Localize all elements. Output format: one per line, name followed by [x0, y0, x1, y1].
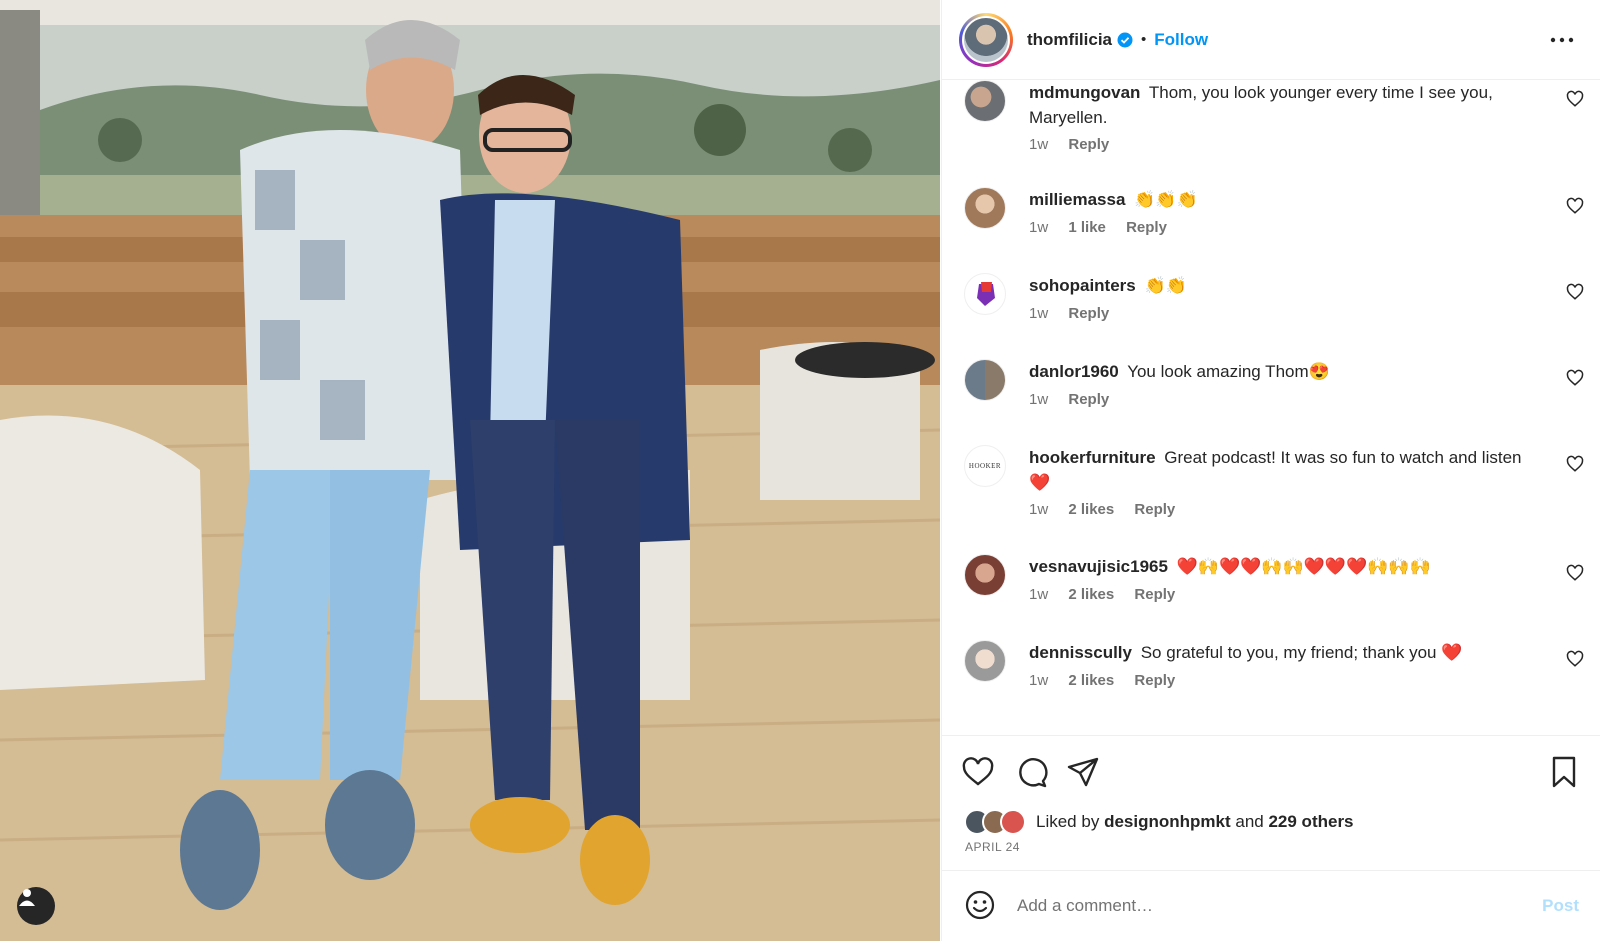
- likes-others-link[interactable]: 229 others: [1268, 812, 1353, 831]
- commenter-avatar[interactable]: [964, 187, 1006, 229]
- comment-username[interactable]: sohopainters: [1029, 276, 1136, 295]
- comment-likes[interactable]: 1 like: [1068, 219, 1106, 236]
- comment-body: hookerfurniture Great podcast! It was so…: [1029, 445, 1529, 495]
- comment-body: mdmungovan Thom, you look younger every …: [1029, 80, 1529, 130]
- reply-button[interactable]: Reply: [1068, 136, 1109, 153]
- comment-time: 1w: [1029, 586, 1049, 603]
- comment-like-icon[interactable]: [1566, 650, 1584, 668]
- comment-like-icon[interactable]: [1566, 369, 1584, 387]
- likes-prefix: Liked by: [1036, 812, 1100, 831]
- comment-time: 1w: [1029, 672, 1049, 689]
- comment-like-icon[interactable]: [1566, 455, 1584, 473]
- comment-meta: 1w Reply: [1029, 305, 1125, 322]
- author-avatar[interactable]: [959, 12, 1013, 67]
- comment-meta: 1w 2 likes Reply: [1029, 586, 1191, 603]
- share-icon[interactable]: [1066, 755, 1100, 789]
- commenter-avatar[interactable]: [964, 273, 1006, 315]
- comment-username[interactable]: vesnavujisic1965: [1029, 557, 1168, 576]
- more-options-icon[interactable]: [1549, 30, 1575, 50]
- liker-avatar[interactable]: [1000, 809, 1026, 835]
- comment-meta: 1w Reply: [1029, 391, 1125, 408]
- post-header: thomfilicia • Follow: [942, 0, 1600, 80]
- comment-like-icon[interactable]: [1566, 197, 1584, 215]
- commenter-avatar[interactable]: [964, 359, 1006, 401]
- comments-list[interactable]: mdmungovan Thom, you look younger every …: [942, 80, 1600, 735]
- emoji-icon[interactable]: [964, 889, 996, 921]
- comment-text: 👏👏: [1144, 276, 1187, 295]
- comment-time: 1w: [1029, 391, 1049, 408]
- comment-time: 1w: [1029, 501, 1049, 518]
- reply-button[interactable]: Reply: [1134, 672, 1175, 689]
- comment-meta: 1w 1 like Reply: [1029, 219, 1183, 236]
- comment-input[interactable]: [1017, 891, 1497, 921]
- comment-meta: 1w 2 likes Reply: [1029, 501, 1191, 518]
- comment-like-icon[interactable]: [1566, 90, 1584, 108]
- comment-meta: 1w Reply: [1029, 136, 1125, 153]
- commenter-avatar[interactable]: [964, 554, 1006, 596]
- post-side-panel: thomfilicia • Follow mdmungovan Thom, yo…: [941, 0, 1600, 941]
- comment-like-icon[interactable]: [1566, 283, 1584, 301]
- comment-likes[interactable]: 2 likes: [1068, 501, 1114, 518]
- comment-text: ❤️🙌❤️❤️🙌🙌❤️❤️❤️🙌🙌🙌: [1176, 557, 1431, 576]
- reply-button[interactable]: Reply: [1134, 501, 1175, 518]
- hooker-logo: HOOKER: [968, 462, 1002, 470]
- actions-divider: [942, 735, 1600, 736]
- reply-button[interactable]: Reply: [1134, 586, 1175, 603]
- tagged-user-button[interactable]: [17, 887, 55, 925]
- likes-text: Liked by designonhpmkt and 229 others: [1036, 812, 1354, 832]
- comment-username[interactable]: mdmungovan: [1029, 83, 1140, 102]
- reply-button[interactable]: Reply: [1068, 305, 1109, 322]
- comment-time: 1w: [1029, 136, 1049, 153]
- commenter-avatar[interactable]: [964, 80, 1006, 122]
- post-photo[interactable]: [0, 0, 940, 941]
- reply-button[interactable]: Reply: [1068, 391, 1109, 408]
- liker-username[interactable]: designonhpmkt: [1104, 812, 1231, 831]
- post-date[interactable]: APRIL 24: [965, 840, 1020, 854]
- comment-like-icon[interactable]: [1566, 564, 1584, 582]
- comment-time: 1w: [1029, 305, 1049, 322]
- comment-username[interactable]: milliemassa: [1029, 190, 1125, 209]
- comment-text: You look amazing Thom😍: [1127, 362, 1330, 381]
- comment-username[interactable]: dennisscully: [1029, 643, 1132, 662]
- heart-icon[interactable]: [961, 755, 995, 789]
- separator-dot: •: [1141, 31, 1147, 48]
- comment-meta: 1w 2 likes Reply: [1029, 672, 1191, 689]
- comment-username[interactable]: hookerfurniture: [1029, 448, 1156, 467]
- bookmark-icon[interactable]: [1547, 755, 1581, 789]
- comment-body: milliemassa 👏👏👏: [1029, 187, 1529, 212]
- comment-body: sohopainters 👏👏: [1029, 273, 1529, 298]
- likes-joiner: and: [1235, 812, 1264, 831]
- comment-text: 👏👏👏: [1134, 190, 1198, 209]
- comment-username[interactable]: danlor1960: [1029, 362, 1119, 381]
- comment-body: vesnavujisic1965 ❤️🙌❤️❤️🙌🙌❤️❤️❤️🙌🙌🙌: [1029, 554, 1529, 579]
- comment-likes[interactable]: 2 likes: [1068, 586, 1114, 603]
- tagged-user-icon: [19, 889, 35, 906]
- likes-summary: Liked by designonhpmkt and 229 others: [964, 808, 1354, 836]
- post-comment-button[interactable]: Post: [1542, 896, 1579, 916]
- photo-illustration: [0, 0, 940, 941]
- comment-icon[interactable]: [1014, 755, 1048, 789]
- reply-button[interactable]: Reply: [1126, 219, 1167, 236]
- add-comment-bar: Post: [942, 870, 1600, 941]
- comment-body: dennisscully So grateful to you, my frie…: [1029, 640, 1529, 665]
- profile-picture: [964, 17, 1008, 62]
- commenter-avatar[interactable]: [964, 640, 1006, 682]
- commenter-avatar[interactable]: HOOKER: [964, 445, 1006, 487]
- comment-text: So grateful to you, my friend; thank you…: [1140, 643, 1463, 662]
- verified-badge-icon: [1117, 32, 1133, 47]
- author-username[interactable]: thomfilicia: [1027, 30, 1112, 50]
- comment-likes[interactable]: 2 likes: [1068, 672, 1114, 689]
- sohopainters-logo-icon: [977, 282, 995, 306]
- follow-button[interactable]: Follow: [1154, 30, 1208, 50]
- comment-time: 1w: [1029, 219, 1049, 236]
- comment-body: danlor1960 You look amazing Thom😍: [1029, 359, 1529, 384]
